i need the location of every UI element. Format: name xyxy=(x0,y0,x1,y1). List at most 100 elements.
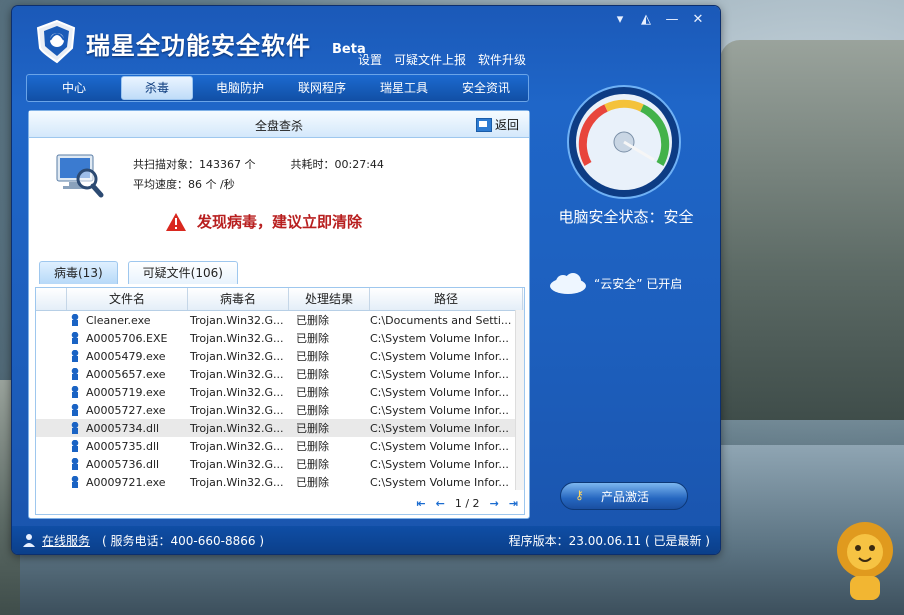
online-service-link[interactable]: 在线服务 xyxy=(22,532,90,549)
settings-link[interactable]: 设置 xyxy=(358,51,382,68)
table-row[interactable]: A0005657.exe Trojan.Win32.G... 已删除 C:\Syste… xyxy=(36,365,524,383)
back-label: 返回 xyxy=(494,118,519,132)
process-result: 已删除 xyxy=(296,458,329,471)
prev-page-icon[interactable]: ← xyxy=(436,497,445,510)
tab-security-news[interactable]: 安全资讯 xyxy=(451,77,521,99)
file-path: C:\System Volume Infor... xyxy=(370,475,509,489)
file-icon xyxy=(70,349,80,362)
table-body: Cleaner.exe Trojan.Win32.G... 已删除 C:\Docume… xyxy=(36,311,524,491)
key-icon: ⚷ xyxy=(575,488,584,502)
tab-tools[interactable]: 瑞星工具 xyxy=(369,77,439,99)
virus-name: Trojan.Win32.G... xyxy=(190,403,284,417)
security-status: 电脑安全状态：安全 xyxy=(558,208,694,226)
file-path: C:\System Volume Infor... xyxy=(370,367,509,381)
minimize-icon[interactable]: — xyxy=(664,12,680,27)
process-result: 已删除 xyxy=(296,368,329,381)
process-result: 已删除 xyxy=(296,314,329,327)
tab-viruses[interactable]: 病毒(13) xyxy=(39,261,118,284)
table-row[interactable]: A0005735.dll Trojan.Win32.G... 已删除 C:\Syste… xyxy=(36,437,524,455)
upgrade-link[interactable]: 软件升级 xyxy=(478,51,526,68)
scan-panel: 全盘查杀 返回 共扫描对象：143367 个 共耗时：00:27:44 平均速度… xyxy=(28,110,530,519)
table-row[interactable]: A0005719.exe Trojan.Win32.G... 已删除 C:\Syste… xyxy=(36,383,524,401)
skin-icon[interactable]: ◭ xyxy=(638,12,654,27)
process-result: 已删除 xyxy=(296,422,329,435)
scan-stats: 共扫描对象：143367 个 共耗时：00:27:44 平均速度：86 个 /秒 xyxy=(133,155,384,195)
panel-header: 全盘查杀 返回 xyxy=(29,111,529,138)
file-name: A0005719.exe xyxy=(86,385,166,399)
cloud-security: “云安全” 已开启 xyxy=(548,272,682,294)
activate-button[interactable]: ⚷ 产品激活 xyxy=(560,482,688,510)
header-path[interactable]: 路径 xyxy=(370,288,523,310)
virus-name: Trojan.Win32.G... xyxy=(190,475,284,489)
virus-name: Trojan.Win32.G... xyxy=(190,367,284,381)
lion-mascot-icon xyxy=(837,522,893,600)
header-virus-name[interactable]: 病毒名 xyxy=(188,288,289,310)
process-result: 已删除 xyxy=(296,404,329,417)
scanned-count: 共扫描对象：143367 个 xyxy=(133,158,256,171)
process-result: 已删除 xyxy=(296,332,329,345)
header-result[interactable]: 处理结果 xyxy=(289,288,370,310)
file-icon xyxy=(70,331,80,344)
file-name: A0005657.exe xyxy=(86,367,166,381)
file-name: A0005734.dll xyxy=(86,421,160,435)
file-path: C:\System Volume Infor... xyxy=(370,403,509,417)
virus-name: Trojan.Win32.G... xyxy=(190,439,284,453)
table-row-selected[interactable]: A0005734.dll Trojan.Win32.G... 已删除 C:\Syste… xyxy=(36,419,524,437)
tab-center[interactable]: 中心 xyxy=(39,77,109,99)
process-result: 已删除 xyxy=(296,350,329,363)
table-row[interactable]: A0005706.EXE Trojan.Win32.G... 已删除 C:\Syste… xyxy=(36,329,524,347)
file-path: C:\System Volume Infor... xyxy=(370,385,509,399)
file-icon xyxy=(70,457,80,470)
header-filename[interactable]: 文件名 xyxy=(67,288,188,310)
report-suspicious-link[interactable]: 可疑文件上报 xyxy=(394,51,466,68)
virus-name: Trojan.Win32.G... xyxy=(190,313,284,327)
app-window: 瑞星全功能安全软件 Beta ▾ ◭ — ✕ 设置 可疑文件上报 软件升级 中心… xyxy=(12,6,720,554)
next-page-icon[interactable]: → xyxy=(490,497,499,510)
file-icon xyxy=(70,421,80,434)
back-icon xyxy=(475,117,492,132)
table-row[interactable]: A0005727.exe Trojan.Win32.G... 已删除 C:\Syste… xyxy=(36,401,524,419)
warning-icon xyxy=(166,212,186,231)
menu-dropdown-icon[interactable]: ▾ xyxy=(612,12,628,27)
activate-label: 产品激活 xyxy=(601,489,650,504)
file-name: A0005736.dll xyxy=(86,457,160,471)
close-icon[interactable]: ✕ xyxy=(690,12,706,27)
header-spacer xyxy=(36,288,67,310)
top-links: 设置 可疑文件上报 软件升级 xyxy=(358,51,526,68)
result-tabs: 病毒(13) 可疑文件(106) xyxy=(39,261,238,284)
main-nav: 中心 杀毒 电脑防护 联网程序 瑞星工具 安全资讯 xyxy=(26,74,529,102)
online-service-label: 在线服务 xyxy=(42,533,91,548)
file-name: A0009721.exe xyxy=(86,475,166,489)
file-icon xyxy=(70,403,80,416)
table-row[interactable]: A0005736.dll Trojan.Win32.G... 已删除 C:\Syste… xyxy=(36,455,524,473)
table-row[interactable]: Cleaner.exe Trojan.Win32.G... 已删除 C:\Docume… xyxy=(36,311,524,329)
virus-name: Trojan.Win32.G... xyxy=(190,331,284,345)
tab-antivirus[interactable]: 杀毒 xyxy=(121,76,193,100)
table-header: 文件名 病毒名 处理结果 路径 xyxy=(36,288,524,311)
tab-suspicious-files[interactable]: 可疑文件(106) xyxy=(127,261,238,284)
app-title: 瑞星全功能安全软件 xyxy=(86,32,311,60)
window-controls: ▾ ◭ — ✕ xyxy=(612,12,706,27)
cloud-status: “云安全” 已开启 xyxy=(594,276,683,291)
panel-title: 全盘查杀 xyxy=(254,119,303,133)
table-row[interactable]: A0009721.exe Trojan.Win32.G... 已删除 C:\Syste… xyxy=(36,473,524,491)
file-icon xyxy=(70,385,80,398)
tab-protection[interactable]: 电脑防护 xyxy=(205,77,275,99)
elapsed-time: 共耗时：00:27:44 xyxy=(290,158,384,171)
pager: ⇤ ← 1 / 2 → ⇥ xyxy=(416,497,518,510)
virus-name: Trojan.Win32.G... xyxy=(190,349,284,363)
page-indicator: 1 / 2 xyxy=(454,497,480,510)
back-button[interactable]: 返回 xyxy=(475,116,519,133)
file-path: C:\System Volume Infor... xyxy=(370,457,509,471)
first-page-icon[interactable]: ⇤ xyxy=(416,497,425,510)
file-name: A0005735.dll xyxy=(86,439,160,453)
tab-network-programs[interactable]: 联网程序 xyxy=(287,77,357,99)
file-path: C:\System Volume Infor... xyxy=(370,439,509,453)
table-scrollbar[interactable] xyxy=(515,310,524,490)
title-area: 瑞星全功能安全软件 Beta xyxy=(34,18,374,68)
file-icon xyxy=(70,367,80,380)
table-row[interactable]: A0005479.exe Trojan.Win32.G... 已删除 C:\Syste… xyxy=(36,347,524,365)
last-page-icon[interactable]: ⇥ xyxy=(509,497,518,510)
file-path: C:\System Volume Infor... xyxy=(370,421,509,435)
program-version: 程序版本：23.00.06.11 ( 已是最新 ) xyxy=(508,533,710,548)
